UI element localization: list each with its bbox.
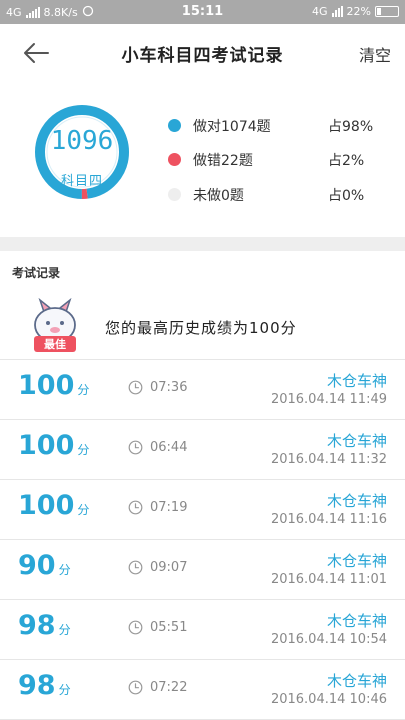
best-badge-label: 最佳	[44, 337, 66, 351]
record-score: 100 分	[18, 370, 89, 401]
legend-percent: 占98%	[328, 119, 374, 135]
best-score-row: 最佳 您的最高历史成绩为100分	[0, 292, 405, 360]
status-right: 4G 22%	[312, 5, 399, 18]
legend-unanswered: 未做0题 占0%	[168, 184, 378, 204]
record-row[interactable]: 98 分 07:22 木仓车神 2016.04.14 10:46	[0, 660, 405, 720]
record-date: 2016.04.14 10:46	[270, 692, 387, 707]
score-value: 98	[18, 670, 56, 701]
legend-dot	[168, 188, 181, 201]
record-date: 2016.04.14 10:54	[270, 632, 387, 647]
record-score: 98 分	[18, 610, 71, 641]
record-row[interactable]: 100 分 06:44 木仓车神 2016.04.14 11:32	[0, 420, 405, 480]
score-value: 100	[18, 430, 75, 461]
legend-correct: 做对1074题 占98%	[168, 115, 378, 135]
clock-icon	[128, 680, 143, 695]
legend-percent: 占0%	[328, 188, 365, 204]
clock-icon	[128, 440, 143, 455]
score-unit: 分	[58, 563, 71, 577]
battery-icon	[375, 6, 399, 17]
clear-button[interactable]: 清空	[359, 42, 391, 66]
battery-percent: 22%	[346, 5, 371, 18]
score-value: 98	[18, 610, 56, 641]
record-duration: 07:36	[150, 380, 188, 395]
record-user-name: 木仓车神	[326, 612, 387, 630]
legend-label: 做对1074题	[193, 119, 271, 135]
legend-dot	[168, 153, 181, 166]
record-date: 2016.04.14 11:32	[270, 452, 387, 467]
best-score-text: 您的最高历史成绩为100分	[105, 319, 297, 337]
legend-label: 未做0题	[193, 188, 244, 204]
subject-label: 科目四	[60, 174, 103, 189]
record-duration: 05:51	[150, 620, 188, 635]
signal-icon-right	[331, 6, 343, 17]
record-user-name: 木仓车神	[326, 552, 387, 570]
record-row[interactable]: 90 分 09:07 木仓车神 2016.04.14 11:01	[0, 540, 405, 600]
clock-icon	[128, 380, 143, 395]
record-score: 100 分	[18, 490, 89, 521]
clock-icon	[128, 500, 143, 515]
section-title: 考试记录	[12, 266, 61, 280]
record-date: 2016.04.14 11:01	[270, 572, 387, 587]
legend-label: 做错22题	[193, 153, 253, 169]
legend-wrong: 做错22题 占2%	[168, 149, 378, 169]
score-unit: 分	[77, 383, 90, 397]
record-user-name: 木仓车神	[326, 372, 387, 390]
record-duration: 07:19	[150, 500, 188, 515]
record-duration: 07:22	[150, 680, 188, 695]
clock-icon	[128, 560, 143, 575]
score-unit: 分	[58, 683, 71, 697]
record-score: 100 分	[18, 430, 89, 461]
score-unit: 分	[58, 623, 71, 637]
best-badge-icon: 最佳	[34, 298, 76, 352]
record-date: 2016.04.14 11:49	[270, 392, 387, 407]
record-row[interactable]: 100 分 07:19 木仓车神 2016.04.14 11:16	[0, 480, 405, 540]
record-user-name: 木仓车神	[326, 432, 387, 450]
app-header: 小车科目四考试记录 清空	[0, 24, 405, 82]
total-questions: 1096	[50, 126, 114, 156]
record-date: 2016.04.14 11:16	[270, 512, 387, 527]
records-list: 100 分 07:36 木仓车神 2016.04.14 11:49 100 分 06:44 木仓…	[0, 360, 405, 720]
record-duration: 09:07	[150, 560, 188, 575]
record-score: 98 分	[18, 670, 71, 701]
record-duration: 06:44	[150, 440, 188, 455]
score-value: 100	[18, 370, 75, 401]
record-row[interactable]: 100 分 07:36 木仓车神 2016.04.14 11:49	[0, 360, 405, 420]
status-bar: 4G 8.8K/s 15:11 4G 22%	[0, 0, 405, 24]
section-divider	[0, 237, 405, 251]
summary-panel: 1096 科目四 做对1074题 占98% 做错22题 占2% 未做0题 占0%	[0, 82, 405, 237]
legend-percent: 占2%	[328, 153, 365, 169]
record-row[interactable]: 98 分 05:51 木仓车神 2016.04.14 10:54	[0, 600, 405, 660]
score-value: 90	[18, 550, 56, 581]
legend-dot	[168, 119, 181, 132]
page-title: 小车科目四考试记录	[121, 46, 284, 66]
score-unit: 分	[77, 443, 90, 457]
record-user-name: 木仓车神	[326, 492, 387, 510]
score-unit: 分	[77, 503, 90, 517]
record-score: 90 分	[18, 550, 71, 581]
record-user-name: 木仓车神	[326, 672, 387, 690]
clock-icon	[128, 620, 143, 635]
network-label-right: 4G	[312, 5, 328, 18]
score-value: 100	[18, 490, 75, 521]
